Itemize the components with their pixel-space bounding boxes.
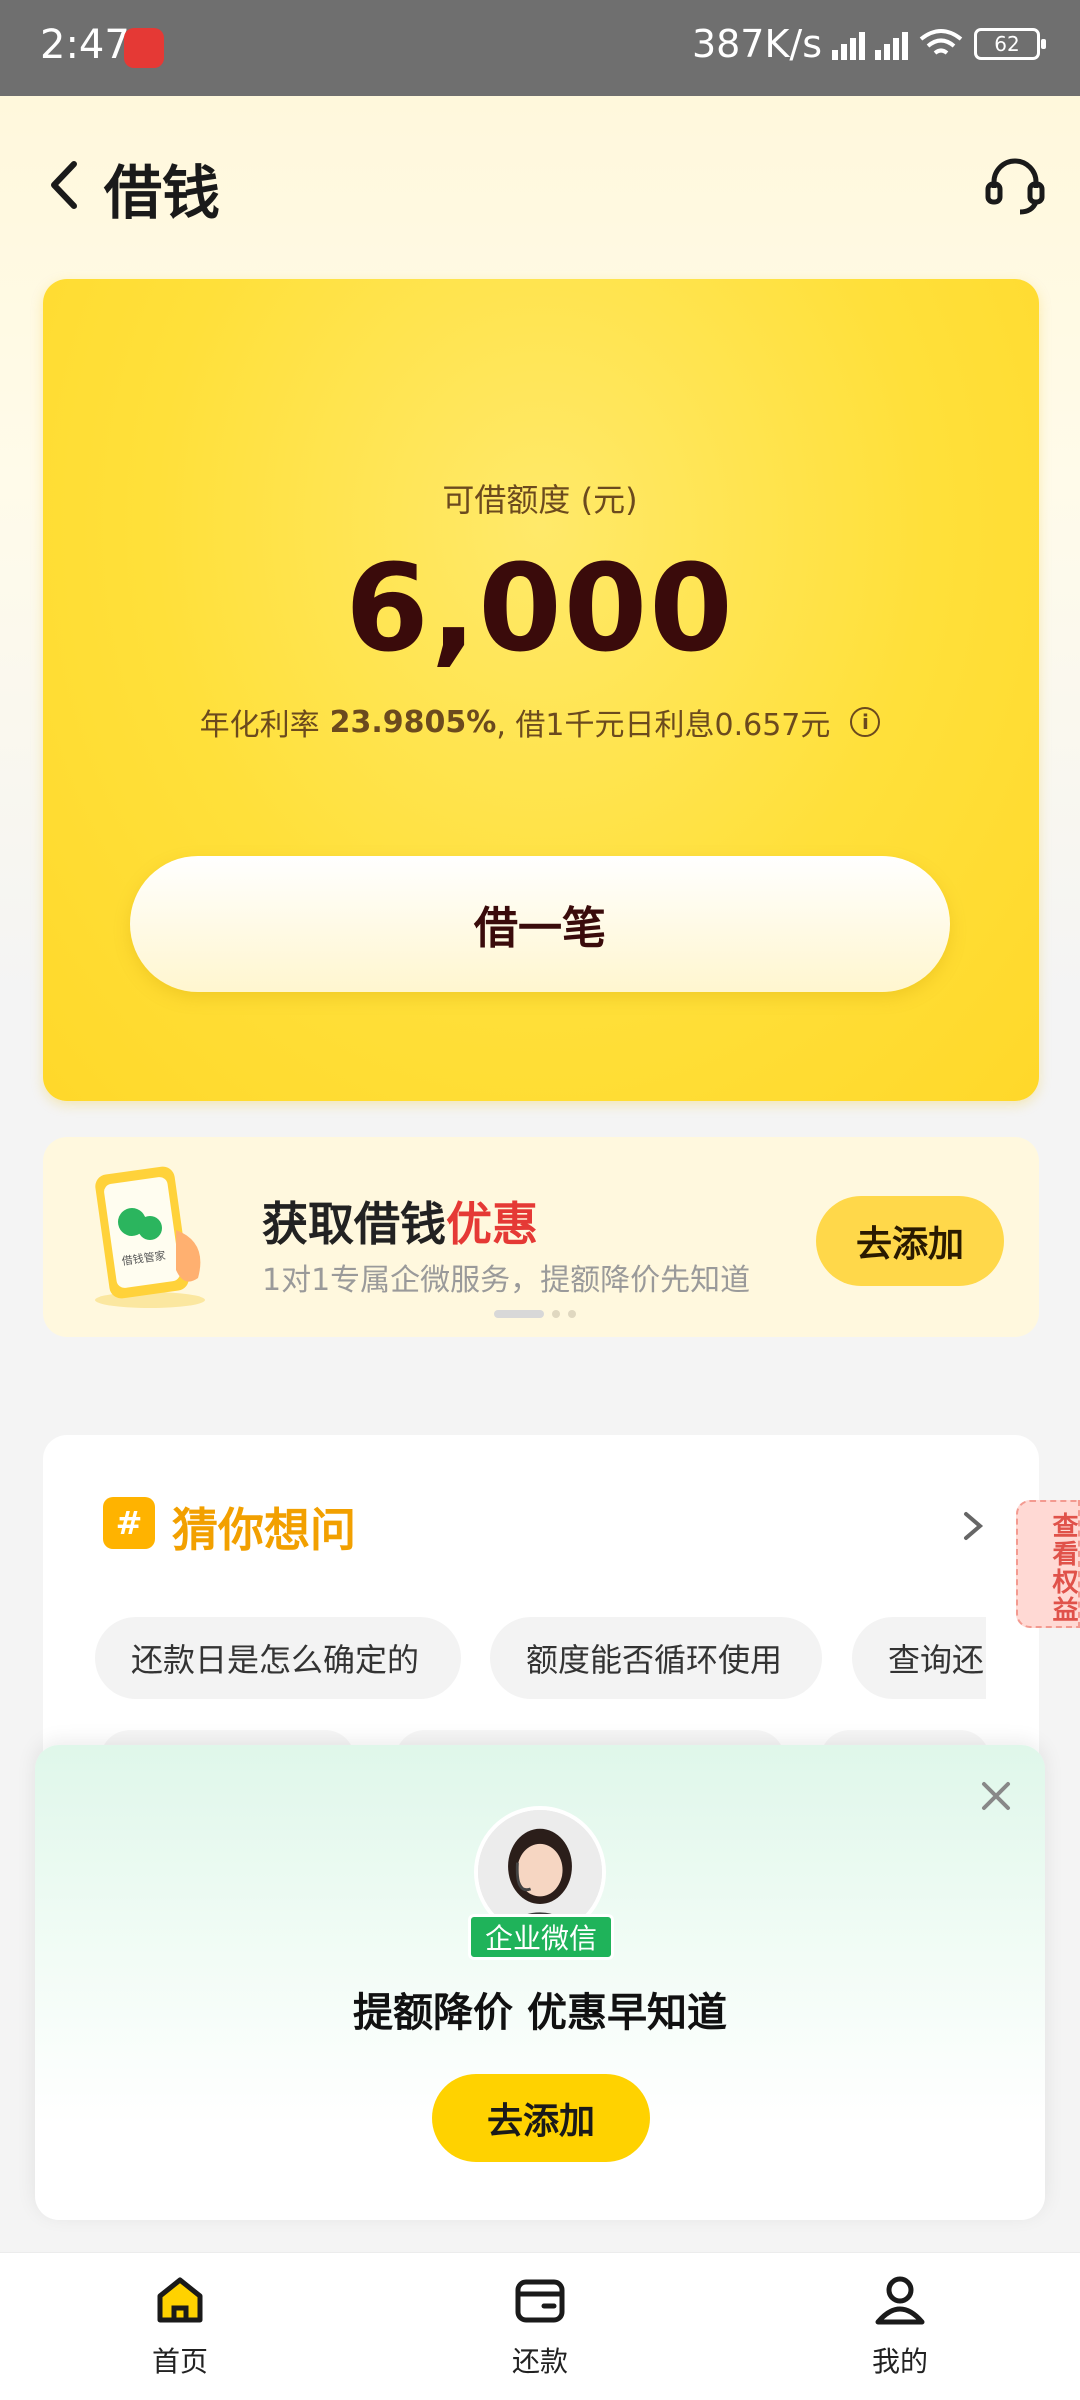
quota-label: 可借额度 (元) — [442, 481, 638, 519]
borrow-button[interactable]: 借一笔 — [130, 856, 950, 992]
nav-label: 首页 — [151, 2345, 208, 2378]
nav-label: 还款 — [511, 2345, 568, 2378]
faq-chip[interactable]: 额度能否循环使用 — [490, 1617, 822, 1699]
signal-icon — [875, 28, 908, 60]
close-icon[interactable] — [976, 1776, 1016, 1816]
nav-label: 我的 — [871, 2345, 928, 2378]
view-benefits-tag[interactable]: 查看权益 — [1016, 1500, 1080, 1628]
network-speed: 387K/s — [691, 22, 822, 66]
user-icon — [875, 2276, 925, 2325]
popup-title: 提额降价 优惠早知道 — [353, 1990, 727, 2036]
app-notification-icon — [124, 28, 164, 68]
rate-suffix: , 借1千元日利息0.657元 — [496, 708, 831, 743]
info-icon[interactable]: i — [850, 707, 881, 737]
faq-chip[interactable]: 还款日是怎么确定的 — [95, 1617, 461, 1699]
popup-add-button[interactable]: 去添加 — [432, 2074, 650, 2162]
hashtag-icon: # — [103, 1497, 155, 1549]
customer-service-icon[interactable] — [980, 150, 1050, 220]
status-bar: 2:47 387K/s 62 — [0, 0, 1080, 96]
promo-subtitle: 1对1专属企微服务，提额降价先知道 — [262, 1263, 751, 1298]
promo-add-button[interactable]: 去添加 — [816, 1196, 1004, 1286]
home-icon — [157, 2277, 203, 2323]
wework-badge: 企业微信 — [468, 1914, 614, 1960]
promo-title: 获取借钱优惠 — [262, 1188, 538, 1254]
battery-icon: 62 — [974, 28, 1046, 60]
rate-info: 年化利率 23.9805%, 借1千元日利息0.657元 i — [0, 700, 1080, 744]
page-title: 借钱 — [104, 159, 221, 227]
wallet-icon — [515, 2279, 565, 2323]
faq-chip[interactable]: 查询还 — [852, 1617, 986, 1699]
battery-level: 62 — [994, 32, 1020, 56]
status-indicators: 387K/s 62 — [691, 22, 1046, 66]
rate-value: 23.9805% — [329, 704, 497, 740]
promo-title-main: 获取借钱 — [262, 1197, 446, 1251]
rate-prefix: 年化利率 — [199, 708, 320, 743]
chevron-right-icon[interactable] — [958, 1506, 988, 1546]
phone-illustration-icon: 借钱管家 — [95, 1166, 205, 1308]
carousel-indicator — [494, 1310, 576, 1318]
status-time: 2:47 — [40, 22, 130, 68]
back-arrow-icon[interactable] — [40, 150, 90, 220]
wifi-icon — [919, 29, 963, 55]
faq-title: 猜你想问 — [172, 1503, 356, 1557]
nav-home[interactable]: 首页 — [80, 2270, 280, 2380]
nav-mine[interactable]: 我的 — [800, 2270, 1000, 2380]
signal-icon — [832, 28, 865, 60]
promo-title-highlight: 优惠 — [446, 1197, 538, 1251]
quota-amount: 6,000 — [345, 540, 735, 679]
nav-repay[interactable]: 还款 — [440, 2270, 640, 2380]
